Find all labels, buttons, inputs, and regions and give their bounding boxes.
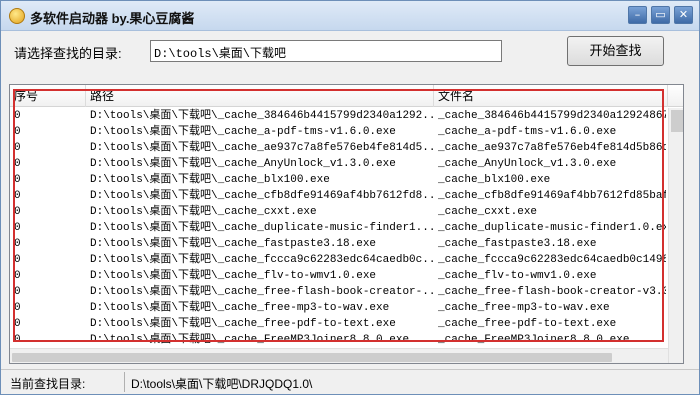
maximize-icon[interactable]: ▭	[651, 6, 670, 24]
table-row[interactable]: 0 D:\tools\桌面\下载吧\_cache_a-pdf-tms-v1.6.0…	[10, 124, 683, 140]
row-index: 0	[14, 334, 21, 346]
row-index: 0	[14, 174, 21, 186]
horizontal-scrollbar[interactable]	[10, 348, 668, 363]
row-path: D:\tools\桌面\下载吧\_cache_free-flash-book-c…	[90, 286, 434, 298]
row-filename: _cache_duplicate-music-finder1.0.exe	[438, 222, 666, 234]
status-current-directory: D:\tools\桌面\下载吧\DRJQDQ1.0\	[124, 372, 644, 392]
row-filename: _cache_free-pdf-to-text.exe	[438, 318, 617, 330]
row-index: 0	[14, 190, 21, 202]
table-row[interactable]: 0 D:\tools\桌面\下载吧\_cache_free-flash-book-…	[10, 284, 683, 300]
table-row[interactable]: 0 D:\tools\桌面\下载吧\_cache_blx100.exe _cache…	[10, 172, 683, 188]
row-filename: _cache_cfb8dfe91469af4bb7612fd85baf...	[438, 190, 666, 202]
row-index: 0	[14, 238, 21, 250]
minimize-icon[interactable]: –	[628, 6, 647, 24]
row-filename: _cache_blx100.exe	[438, 174, 551, 186]
row-path: D:\tools\桌面\下载吧\_cache_ae937c7a8fe576eb4…	[90, 142, 434, 154]
directory-input[interactable]: D:\tools\桌面\下载吧	[150, 40, 502, 62]
row-filename: _cache_384646b4415799d2340a12924867...	[438, 110, 666, 122]
row-filename: _cache_AnyUnlock_v1.3.0.exe	[438, 158, 617, 170]
row-path: D:\tools\桌面\下载吧\_cache_duplicate-music-f…	[90, 222, 434, 234]
table-row[interactable]: 0 D:\tools\桌面\下载吧\_cache_fccca9c62283edc6…	[10, 252, 683, 268]
column-header-filename[interactable]: 文件名	[434, 85, 668, 107]
row-filename: _cache_fastpaste3.18.exe	[438, 238, 597, 250]
row-index: 0	[14, 158, 21, 170]
row-index: 0	[14, 254, 21, 266]
horizontal-scroll-thumb[interactable]	[12, 353, 612, 362]
app-icon	[9, 8, 25, 24]
table-row[interactable]: 0 D:\tools\桌面\下载吧\_cache_cfb8dfe91469af4b…	[10, 188, 683, 204]
row-index: 0	[14, 110, 21, 122]
row-path: D:\tools\桌面\下载吧\_cache_free-pdf-to-text.…	[90, 318, 396, 330]
table-row[interactable]: 0 D:\tools\桌面\下载吧\_cache_free-pdf-to-text…	[10, 316, 683, 332]
window-controls: – ▭ ✕	[628, 6, 693, 24]
title-bar[interactable]: 多软件启动器 by.果心豆腐酱 – ▭ ✕	[1, 1, 699, 31]
directory-label: 请选择查找的目录:	[14, 46, 122, 61]
row-filename: _cache_a-pdf-tms-v1.6.0.exe	[438, 126, 617, 138]
table-row[interactable]: 0 D:\tools\桌面\下载吧\_cache_fastpaste3.18.ex…	[10, 236, 683, 252]
row-path: D:\tools\桌面\下载吧\_cache_free-mp3-to-wav.e…	[90, 302, 390, 314]
start-search-button[interactable]: 开始查找	[567, 36, 664, 66]
row-filename: _cache_flv-to-wmv1.0.exe	[438, 270, 597, 282]
row-index: 0	[14, 270, 21, 282]
row-index: 0	[14, 222, 21, 234]
table-row[interactable]: 0 D:\tools\桌面\下载吧\_cache_FreeMP3Joiner8.8…	[10, 332, 683, 348]
list-header: 序号 路径 文件名	[10, 85, 683, 107]
status-label: 当前查找目录:	[10, 377, 86, 391]
row-path: D:\tools\桌面\下载吧\_cache_fccca9c62283edc64…	[90, 254, 434, 266]
row-path: D:\tools\桌面\下载吧\_cache_384646b4415799d23…	[90, 110, 434, 122]
column-header-path[interactable]: 路径	[86, 85, 434, 107]
table-row[interactable]: 0 D:\tools\桌面\下载吧\_cache_ae937c7a8fe576eb…	[10, 140, 683, 156]
row-filename: _cache_cxxt.exe	[438, 206, 538, 218]
row-path: D:\tools\桌面\下载吧\_cache_FreeMP3Joiner8.8.…	[90, 334, 410, 346]
vertical-scroll-thumb[interactable]	[671, 110, 683, 132]
row-index: 0	[14, 206, 21, 218]
row-index: 0	[14, 302, 21, 314]
row-filename: _cache_free-flash-book-creator-v3.0...	[438, 286, 666, 298]
table-row[interactable]: 0 D:\tools\桌面\下载吧\_cache_cxxt.exe _cache_c…	[10, 204, 683, 220]
row-path: D:\tools\桌面\下载吧\_cache_flv-to-wmv1.0.exe	[90, 270, 377, 282]
close-icon[interactable]: ✕	[674, 6, 693, 24]
row-path: D:\tools\桌面\下载吧\_cache_AnyUnlock_v1.3.0.…	[90, 158, 396, 170]
row-path: D:\tools\桌面\下载吧\_cache_cxxt.exe	[90, 206, 317, 218]
list-rows: 0 D:\tools\桌面\下载吧\_cache_384646b4415799d2…	[10, 108, 683, 348]
row-filename: _cache_fccca9c62283edc64caedb0c1498...	[438, 254, 666, 266]
app-window: 多软件启动器 by.果心豆腐酱 – ▭ ✕ 请选择查找的目录: D:\tools…	[0, 0, 700, 395]
row-filename: _cache_free-mp3-to-wav.exe	[438, 302, 610, 314]
window-title: 多软件启动器 by.果心豆腐酱	[30, 11, 195, 26]
row-path: D:\tools\桌面\下载吧\_cache_fastpaste3.18.exe	[90, 238, 377, 250]
row-index: 0	[14, 126, 21, 138]
row-path: D:\tools\桌面\下载吧\_cache_blx100.exe	[90, 174, 330, 186]
table-row[interactable]: 0 D:\tools\桌面\下载吧\_cache_free-mp3-to-wav.…	[10, 300, 683, 316]
table-row[interactable]: 0 D:\tools\桌面\下载吧\_cache_AnyUnlock_v1.3.0…	[10, 156, 683, 172]
results-list[interactable]: 序号 路径 文件名 0 D:\tools\桌面\下载吧\_cache_384646…	[9, 84, 684, 364]
row-index: 0	[14, 318, 21, 330]
table-row[interactable]: 0 D:\tools\桌面\下载吧\_cache_flv-to-wmv1.0.ex…	[10, 268, 683, 284]
status-bar: 当前查找目录: D:\tools\桌面\下载吧\DRJQDQ1.0\	[1, 369, 699, 394]
row-filename: _cache_ae937c7a8fe576eb4fe814d5b86d...	[438, 142, 666, 154]
table-row[interactable]: 0 D:\tools\桌面\下载吧\_cache_duplicate-music-…	[10, 220, 683, 236]
row-path: D:\tools\桌面\下载吧\_cache_cfb8dfe91469af4bb…	[90, 190, 434, 202]
table-row[interactable]: 0 D:\tools\桌面\下载吧\_cache_384646b4415799d2…	[10, 108, 683, 124]
row-index: 0	[14, 286, 21, 298]
row-filename: _cache_FreeMP3Joiner8.8.0.exe	[438, 334, 630, 346]
column-header-index[interactable]: 序号	[10, 85, 86, 107]
row-index: 0	[14, 142, 21, 154]
row-path: D:\tools\桌面\下载吧\_cache_a-pdf-tms-v1.6.0.…	[90, 126, 396, 138]
vertical-scrollbar[interactable]	[668, 108, 683, 363]
